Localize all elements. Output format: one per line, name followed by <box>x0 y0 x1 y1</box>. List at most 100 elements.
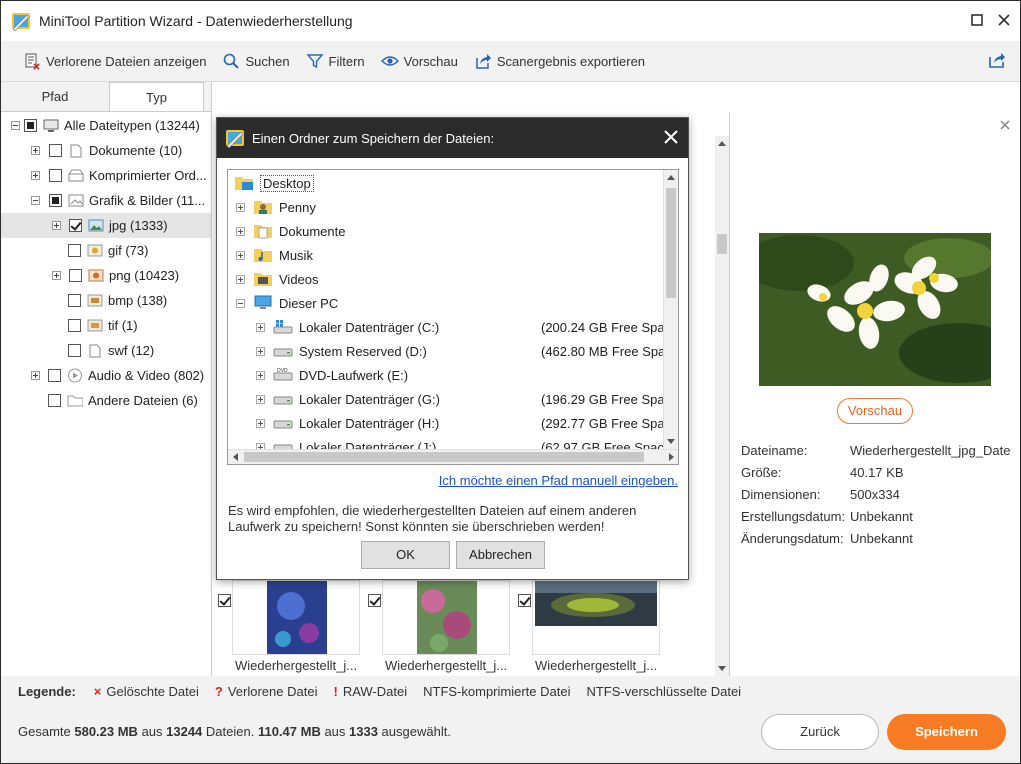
expand-icon[interactable] <box>236 202 245 212</box>
maximize-icon[interactable] <box>968 11 986 29</box>
ok-button[interactable]: OK <box>361 541 450 569</box>
legend-ntfs-encrypted: NTFS-verschlüsselte Datei <box>586 683 742 699</box>
preview-button[interactable]: Vorschau <box>837 398 913 424</box>
expand-icon[interactable] <box>31 371 40 380</box>
scrollbar-thumb[interactable] <box>666 188 676 298</box>
folder-item-music[interactable]: Musik <box>228 243 660 267</box>
folder-item-drive-h[interactable]: Lokaler Datenträger (H:) (292.77 GB Free… <box>228 411 665 435</box>
show-lost-files-button[interactable]: Verlorene Dateien anzeigen <box>23 52 206 70</box>
scroll-left-icon[interactable] <box>232 453 238 461</box>
tree-item-png[interactable]: png (10423) <box>1 263 211 288</box>
tree-item-audio-video[interactable]: Audio & Video (802) <box>1 363 211 388</box>
share-icon[interactable] <box>988 51 1006 72</box>
folder-item-drive-g[interactable]: Lokaler Datenträger (G:) (196.29 GB Free… <box>228 387 665 411</box>
tree-item-swf[interactable]: swf (12) <box>1 338 211 363</box>
folder-item-desktop[interactable]: Desktop <box>228 171 660 195</box>
scroll-down-icon[interactable] <box>667 439 675 445</box>
expand-icon[interactable] <box>52 271 61 280</box>
thumbnail-checkbox[interactable] <box>218 594 231 607</box>
tree-checkbox[interactable] <box>69 219 82 232</box>
thumbnail-card[interactable] <box>382 580 510 655</box>
tree-checkbox-all[interactable] <box>24 119 37 132</box>
tab-path[interactable]: Pfad <box>1 82 109 111</box>
lost-files-icon <box>25 53 40 70</box>
scrollbar-thumb[interactable] <box>244 452 644 462</box>
folder-item-penny[interactable]: Penny <box>228 195 660 219</box>
tree-checkbox[interactable] <box>49 194 62 207</box>
tree-checkbox[interactable] <box>49 144 62 157</box>
tree-item-all-types[interactable]: Alle Dateitypen (13244) <box>1 113 211 138</box>
folder-vertical-scrollbar[interactable] <box>663 170 678 449</box>
tree-checkbox[interactable] <box>68 319 81 332</box>
info-row-created: Erstellungsdatum: Unbekannt <box>741 509 913 524</box>
scroll-up-icon[interactable] <box>667 174 675 180</box>
tree-checkbox[interactable] <box>48 394 61 407</box>
tree-checkbox[interactable] <box>69 269 82 282</box>
expand-icon[interactable] <box>52 221 61 230</box>
scroll-up-icon[interactable] <box>718 140 726 146</box>
tree-item-documents[interactable]: Dokumente (10) <box>1 138 211 163</box>
tree-item-graphics[interactable]: Grafik & Bilder (11... <box>1 188 211 213</box>
close-icon[interactable] <box>995 11 1013 29</box>
expand-icon[interactable] <box>236 274 245 284</box>
thumbnail-card[interactable] <box>232 580 360 655</box>
tree-item-tif[interactable]: tif (1) <box>1 313 211 338</box>
tree-item-bmp[interactable]: bmp (138) <box>1 288 211 313</box>
folder-horizontal-scrollbar[interactable] <box>228 449 678 464</box>
preview-button[interactable]: Vorschau <box>380 52 458 70</box>
collapse-icon[interactable] <box>236 298 245 308</box>
expand-icon[interactable] <box>256 346 265 356</box>
expand-icon[interactable] <box>256 322 265 332</box>
thumbnail-scrollbar[interactable] <box>715 136 729 676</box>
thumbnail-card[interactable] <box>532 580 660 655</box>
search-button[interactable]: Suchen <box>222 52 290 70</box>
close-preview-icon[interactable] <box>1000 120 1010 130</box>
tree-item-other-files[interactable]: Andere Dateien (6) <box>1 388 211 413</box>
eye-icon <box>380 56 399 66</box>
drive-icon <box>273 414 293 432</box>
export-icon <box>476 54 491 69</box>
folder-item-documents[interactable]: Dokumente <box>228 219 660 243</box>
legend-deleted: × Gelöschte Datei <box>94 684 199 699</box>
tree-item-archives[interactable]: Komprimierter Ord... <box>1 163 211 188</box>
tree-checkbox[interactable] <box>49 169 62 182</box>
summary-text: Gesamte <box>18 724 75 739</box>
back-button[interactable]: Zurück <box>761 714 879 750</box>
filter-button[interactable]: Filtern <box>306 52 365 70</box>
dialog-close-icon[interactable] <box>664 130 678 144</box>
export-scan-result-button[interactable]: Scanergebnis exportieren <box>474 52 645 70</box>
tree-label: Grafik & Bilder (11... <box>89 193 206 208</box>
folder-item-videos[interactable]: Videos <box>228 267 660 291</box>
expand-icon[interactable] <box>236 226 245 236</box>
folder-item-this-pc[interactable]: Dieser PC <box>228 291 660 315</box>
tree-checkbox[interactable] <box>68 294 81 307</box>
scroll-down-icon[interactable] <box>718 666 726 672</box>
thumbnail-checkbox[interactable] <box>518 594 531 607</box>
tree-item-gif[interactable]: gif (73) <box>1 238 211 263</box>
tree-checkbox[interactable] <box>68 244 81 257</box>
expand-icon[interactable] <box>31 171 40 180</box>
scrollbar-thumb[interactable] <box>717 234 727 254</box>
scroll-right-icon[interactable] <box>669 453 675 461</box>
expand-icon[interactable] <box>256 370 265 380</box>
tree-checkbox[interactable] <box>68 344 81 357</box>
info-key: Größe: <box>741 465 782 480</box>
expand-icon[interactable] <box>256 394 265 404</box>
thumbnail-checkbox[interactable] <box>368 594 381 607</box>
tree-checkbox[interactable] <box>48 369 61 382</box>
expand-icon[interactable] <box>256 418 265 428</box>
tab-type[interactable]: Typ <box>109 82 204 111</box>
save-button[interactable]: Speichern <box>887 714 1006 750</box>
cancel-button[interactable]: Abbrechen <box>456 541 545 569</box>
manual-path-link[interactable]: Ich möchte einen Pfad manuell eingeben. <box>439 473 678 488</box>
collapse-icon[interactable] <box>31 196 40 205</box>
collapse-icon[interactable] <box>11 121 20 130</box>
tree-item-jpg[interactable]: jpg (1333) <box>1 213 211 238</box>
folder-item-drive-d[interactable]: System Reserved (D:) (462.80 MB Free Spa <box>228 339 665 363</box>
folder-item-drive-c[interactable]: Lokaler Datenträger (C:) (200.24 GB Free… <box>228 315 665 339</box>
svg-text:DVD: DVD <box>277 368 288 374</box>
folder-item-drive-e[interactable]: DVD DVD-Laufwerk (E:) <box>228 363 660 387</box>
expand-icon[interactable] <box>31 146 40 155</box>
info-key: Dimensionen: <box>741 487 821 502</box>
expand-icon[interactable] <box>236 250 245 260</box>
